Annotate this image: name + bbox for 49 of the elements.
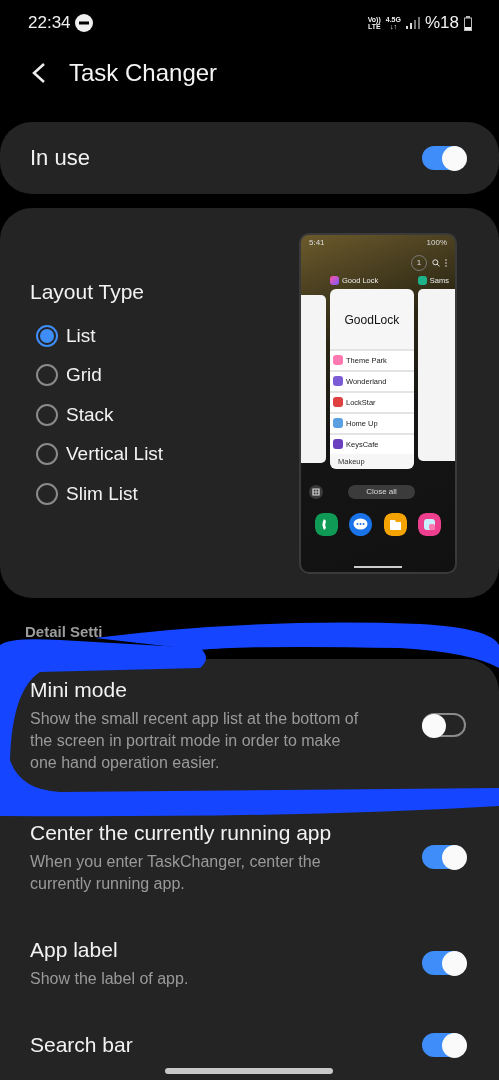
setting-title: Mini mode bbox=[30, 677, 128, 703]
radio-button[interactable] bbox=[36, 443, 58, 465]
clock-time: 22:34 bbox=[28, 13, 71, 33]
section-title: Layout Type bbox=[30, 279, 146, 304]
do-not-disturb-icon bbox=[74, 14, 93, 32]
folder-app-icon bbox=[383, 512, 407, 536]
setting-title: Center the currently running app bbox=[30, 820, 333, 846]
radio-label[interactable]: Vertical List bbox=[66, 443, 164, 465]
radio-label[interactable]: Grid bbox=[66, 364, 102, 386]
app-icon bbox=[333, 439, 343, 449]
toggle-switch[interactable] bbox=[422, 712, 466, 737]
setting-title: App label bbox=[30, 937, 119, 963]
page-title: Task Changer bbox=[69, 59, 218, 87]
app-icon bbox=[330, 276, 339, 285]
toggle-switch[interactable] bbox=[422, 146, 466, 170]
app-logo-text: GoodLock bbox=[343, 311, 401, 329]
close-all-button[interactable]: Close all bbox=[348, 484, 415, 499]
setting-description: Show the small recent app list at the bottom of the screen in portrait mode in order to make one hand operation easier. bbox=[30, 709, 360, 773]
toggle-switch[interactable] bbox=[422, 1033, 466, 1057]
toggle-switch[interactable] bbox=[422, 844, 466, 869]
setting-description: When you enter TaskChanger, center the currently running app. bbox=[30, 852, 322, 894]
radio-label[interactable]: Slim List bbox=[66, 482, 138, 505]
section-header: Detail Setti bbox=[25, 623, 103, 640]
battery-percent: %18 bbox=[424, 13, 459, 33]
app-icon bbox=[333, 355, 343, 365]
app-icon bbox=[333, 418, 343, 428]
good-lock-app-icon bbox=[418, 512, 442, 536]
app-icon bbox=[417, 276, 427, 285]
radio-button[interactable] bbox=[36, 324, 58, 347]
back-button[interactable] bbox=[31, 62, 47, 84]
setting-description: Show the label of app. bbox=[30, 969, 190, 989]
grid-icon bbox=[309, 484, 323, 499]
radio-label[interactable]: List bbox=[66, 324, 96, 347]
signal-icon bbox=[405, 17, 420, 29]
preview-time: 5:41 bbox=[309, 237, 325, 247]
battery-icon bbox=[464, 15, 472, 31]
messages-app-icon bbox=[349, 512, 373, 536]
radio-button[interactable] bbox=[36, 364, 58, 386]
preview-battery: 100% bbox=[426, 237, 447, 247]
setting-title: Search bar bbox=[30, 1032, 134, 1058]
search-icon bbox=[432, 258, 440, 267]
phone-app-icon bbox=[314, 512, 338, 536]
setting-label: In use bbox=[30, 145, 91, 171]
toggle-switch[interactable] bbox=[422, 950, 466, 975]
radio-button[interactable] bbox=[36, 403, 58, 426]
app-icon bbox=[333, 397, 343, 407]
app-icon bbox=[333, 376, 343, 386]
radio-label[interactable]: Stack bbox=[66, 403, 114, 426]
radio-button[interactable] bbox=[36, 482, 58, 505]
